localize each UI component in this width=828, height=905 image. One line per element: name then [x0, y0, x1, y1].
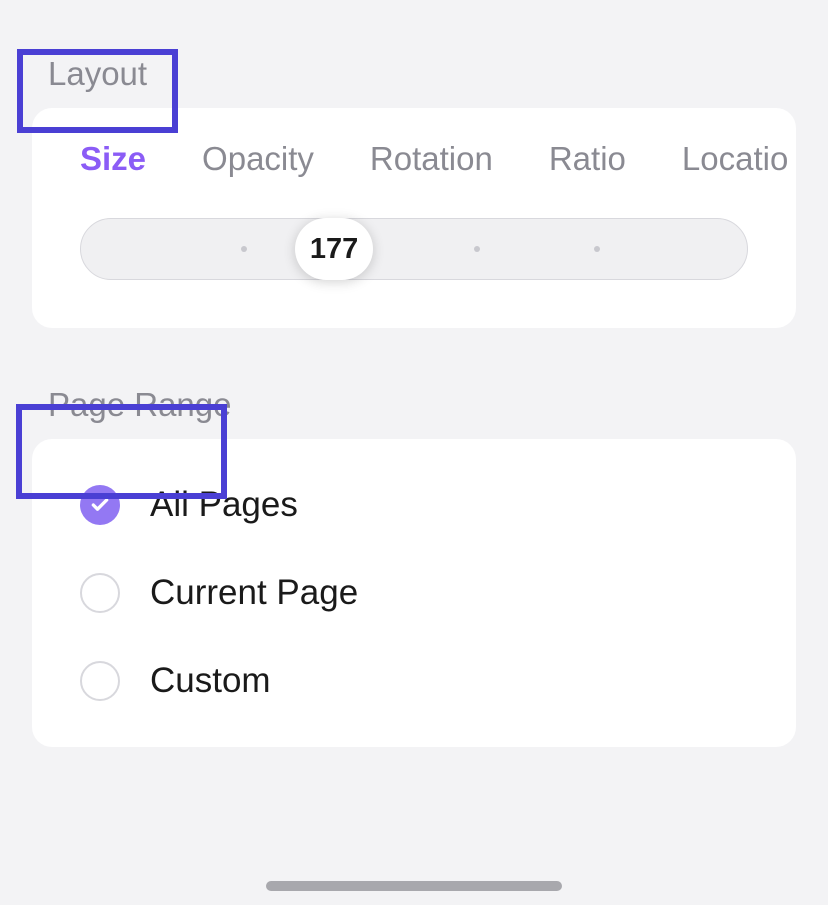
size-slider-track[interactable]: 177	[80, 218, 748, 280]
tab-size[interactable]: Size	[80, 140, 146, 178]
radio-indicator	[80, 485, 120, 525]
radio-option-all-pages[interactable]: All Pages	[32, 461, 796, 549]
radio-indicator	[80, 573, 120, 613]
tab-location[interactable]: Locatio	[682, 140, 788, 178]
slider-tick-icon	[594, 246, 600, 252]
radio-option-custom[interactable]: Custom	[32, 637, 796, 725]
slider-tick-icon	[241, 246, 247, 252]
tab-opacity[interactable]: Opacity	[202, 140, 314, 178]
tab-rotation[interactable]: Rotation	[370, 140, 493, 178]
home-indicator	[266, 881, 562, 891]
radio-label: Current Page	[150, 573, 358, 613]
radio-indicator	[80, 661, 120, 701]
radio-label: Custom	[150, 661, 271, 701]
radio-label: All Pages	[150, 485, 298, 525]
size-slider-container: 177	[80, 218, 748, 288]
checkmark-icon	[90, 495, 110, 515]
radio-option-current-page[interactable]: Current Page	[32, 549, 796, 637]
page-range-card: All Pages Current Page Custom	[32, 439, 796, 747]
slider-tick-icon	[474, 246, 480, 252]
layout-card: Size Opacity Rotation Ratio Locatio 177	[32, 108, 796, 328]
tab-ratio[interactable]: Ratio	[549, 140, 626, 178]
page-range-section-header: Page Range	[0, 328, 828, 439]
layout-section-header: Layout	[0, 0, 828, 108]
layout-tabs: Size Opacity Rotation Ratio Locatio	[32, 108, 796, 178]
size-slider-thumb[interactable]: 177	[295, 218, 373, 280]
